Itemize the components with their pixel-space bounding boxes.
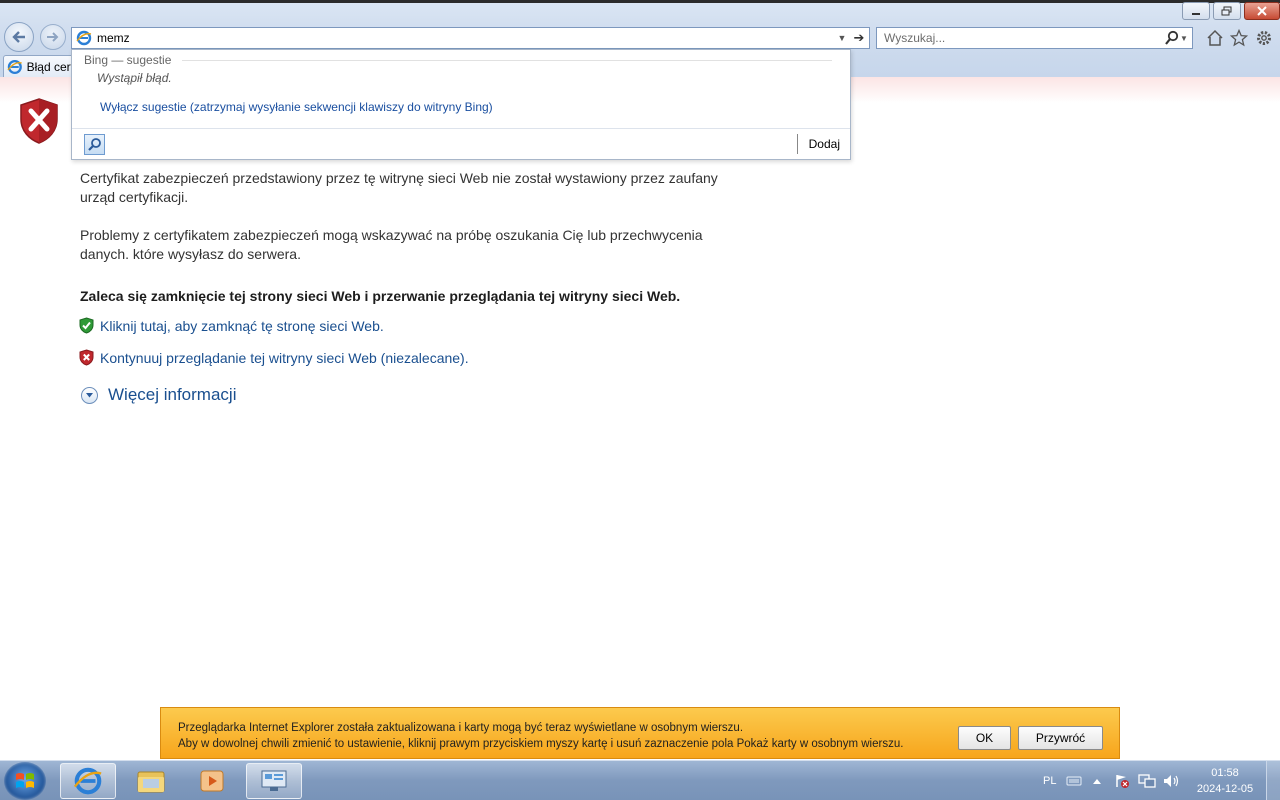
ie-icon xyxy=(73,767,102,795)
minimize-button[interactable] xyxy=(1182,2,1210,20)
expand-chevron-icon xyxy=(81,386,98,404)
shield-error-small-icon xyxy=(79,349,94,366)
taskbar-explorer[interactable] xyxy=(123,763,179,799)
search-box[interactable]: Wyszukaj... ▼ xyxy=(876,27,1193,49)
folder-icon xyxy=(137,771,165,793)
search-dropdown-icon[interactable]: ▼ xyxy=(1180,34,1192,43)
start-button[interactable] xyxy=(4,762,46,800)
notification-bar: Przeglądarka Internet Explorer została z… xyxy=(160,707,1120,759)
control-panel-icon xyxy=(261,770,287,791)
ok-button[interactable]: OK xyxy=(958,726,1011,750)
tab-certificate-error[interactable]: Błąd cert xyxy=(3,55,75,77)
close-page-link-text[interactable]: Kliknij tutaj, aby zamknąć tę stronę sie… xyxy=(100,318,384,334)
ie-icon xyxy=(76,30,92,46)
address-dropdown-icon[interactable]: ▼ xyxy=(835,33,849,43)
disable-suggestions-link[interactable]: Wyłącz sugestie (zatrzymaj wysyłanie sek… xyxy=(100,100,493,114)
restore-window-button[interactable] xyxy=(1213,2,1241,20)
address-input[interactable]: memz xyxy=(97,31,835,45)
magnifier-icon xyxy=(88,138,101,151)
clock-time: 01:58 xyxy=(1211,767,1239,779)
ie-tab-icon xyxy=(7,59,22,74)
certificate-error-paragraph: Certyfikat zabezpieczeń przedstawiony pr… xyxy=(80,170,718,205)
settings-gear-icon xyxy=(1257,31,1271,45)
windows-logo-icon xyxy=(16,773,34,788)
continue-browsing-link-text[interactable]: Kontynuuj przeglądanie tej witryny sieci… xyxy=(100,350,469,366)
more-info-label[interactable]: Więcej informacji xyxy=(108,385,236,405)
tab-label: Błąd cert xyxy=(26,59,74,74)
divider xyxy=(182,60,832,61)
shield-check-icon xyxy=(79,317,94,334)
address-suggestions-dropdown: Bing — sugestie Wystąpił błąd. Wyłącz su… xyxy=(71,49,851,160)
forward-button[interactable] xyxy=(40,24,66,50)
taskbar: PL 01:58 2024-12-05 xyxy=(0,760,1280,800)
action-center-icon[interactable] xyxy=(1114,761,1130,800)
divider xyxy=(797,134,798,154)
media-player-icon xyxy=(200,770,224,792)
home-icon xyxy=(1207,29,1223,46)
favorites-star-icon xyxy=(1230,29,1248,47)
window-top-edge xyxy=(0,0,1280,3)
certificate-risk-paragraph: Problemy z certyfikatem zabezpieczeń mog… xyxy=(80,227,703,262)
taskbar-media-player[interactable] xyxy=(184,763,240,799)
back-icon xyxy=(12,31,25,43)
taskbar-control-panel[interactable] xyxy=(246,763,302,799)
shield-error-icon xyxy=(20,98,58,144)
search-input[interactable]: Wyszukaj... xyxy=(884,31,1164,45)
keyboard-icon[interactable] xyxy=(1066,761,1082,800)
forward-icon xyxy=(47,32,59,42)
suggestion-error-text: Wystąpił błąd. xyxy=(97,71,172,85)
taskbar-ie[interactable] xyxy=(60,763,116,799)
suggestions-footer: Dodaj xyxy=(72,128,850,159)
tools-button[interactable] xyxy=(1254,28,1274,48)
notification-line1: Przeglądarka Internet Explorer została z… xyxy=(178,722,744,734)
continue-browsing-link[interactable]: Kontynuuj przeglądanie tej witryny sieci… xyxy=(79,349,469,366)
language-indicator[interactable]: PL xyxy=(1043,761,1056,800)
recommendation-text: Zaleca się zamknięcie tej strony sieci W… xyxy=(80,288,681,304)
notification-line2: Aby w dowolnej chwili zmienić to ustawie… xyxy=(178,738,904,750)
more-info-toggle[interactable]: Więcej informacji xyxy=(81,385,236,405)
system-clock[interactable]: 01:58 2024-12-05 xyxy=(1192,765,1258,797)
home-button[interactable] xyxy=(1205,28,1225,48)
show-desktop-button[interactable] xyxy=(1266,761,1280,800)
search-provider-button[interactable] xyxy=(84,134,105,155)
volume-icon[interactable] xyxy=(1162,761,1180,800)
address-bar[interactable]: memz ▼ ➔ xyxy=(71,27,870,49)
network-icon[interactable] xyxy=(1138,761,1156,800)
suggestion-provider-label: Bing — sugestie xyxy=(84,53,172,67)
close-page-link[interactable]: Kliknij tutaj, aby zamknąć tę stronę sie… xyxy=(79,317,384,334)
favorites-button[interactable] xyxy=(1229,28,1249,48)
back-button[interactable] xyxy=(4,22,34,52)
clock-date: 2024-12-05 xyxy=(1196,783,1254,795)
restore-button[interactable]: Przywróć xyxy=(1018,726,1103,750)
add-provider-button[interactable]: Dodaj xyxy=(809,137,840,151)
show-hidden-icons-arrow[interactable] xyxy=(1092,761,1102,800)
close-window-button[interactable] xyxy=(1244,2,1280,20)
go-arrow-icon[interactable]: ➔ xyxy=(849,30,869,46)
search-icon[interactable] xyxy=(1164,30,1180,46)
